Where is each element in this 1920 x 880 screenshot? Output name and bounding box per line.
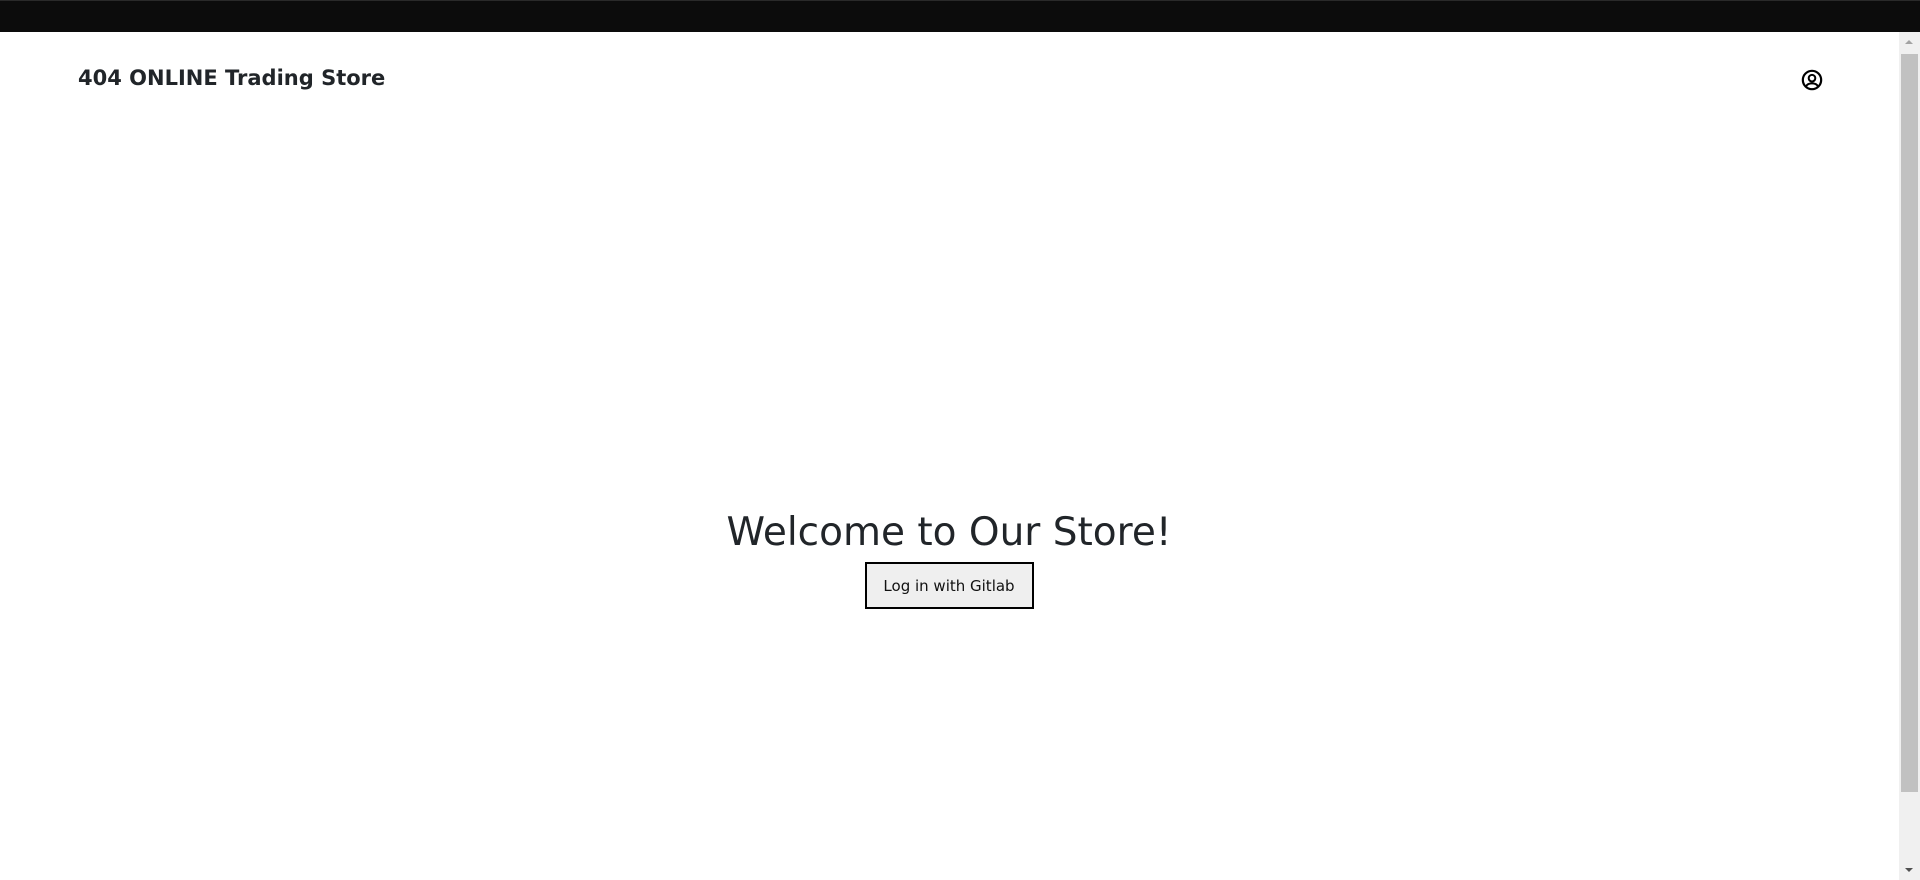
login-gitlab-button[interactable]: Log in with Gitlab <box>864 562 1034 609</box>
brand-title[interactable]: 404 ONLINE Trading Store <box>78 66 385 90</box>
scroll-down-arrow-icon[interactable] <box>1905 868 1913 872</box>
user-circle-icon[interactable] <box>1801 69 1823 91</box>
scrollbar-thumb[interactable] <box>1901 54 1918 792</box>
scroll-up-arrow-icon[interactable] <box>1905 40 1913 44</box>
vertical-scrollbar[interactable] <box>1899 32 1920 880</box>
welcome-section: Welcome to Our Store! Log in with Gitlab <box>0 508 1898 609</box>
welcome-heading: Welcome to Our Store! <box>726 510 1172 555</box>
browser-top-bar <box>0 0 1920 32</box>
